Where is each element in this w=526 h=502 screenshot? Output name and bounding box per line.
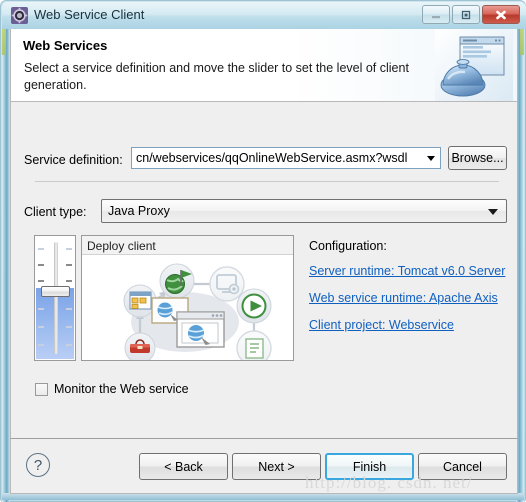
dialog-button-bar: ? < Back Next > Finish Cancel	[10, 438, 518, 494]
help-button[interactable]: ?	[26, 453, 50, 477]
close-button[interactable]	[482, 5, 520, 24]
gear-app-icon	[11, 7, 28, 24]
slider-tick	[66, 326, 72, 328]
server-runtime-link[interactable]: Server runtime: Tomcat v6.0 Server	[309, 264, 509, 278]
web-service-runtime-link[interactable]: Web service runtime: Apache Axis	[309, 291, 509, 305]
client-project-link[interactable]: Client project: Webservice	[309, 318, 509, 332]
dialog-body: Web Services Select a service definition…	[10, 29, 518, 438]
window-frame-bottom	[2, 493, 524, 500]
close-icon	[483, 6, 519, 23]
minimize-button[interactable]	[422, 5, 450, 24]
monitor-web-service-checkbox[interactable]	[35, 382, 48, 396]
separator	[35, 181, 499, 182]
wizard-header: Web Services Select a service definition…	[11, 29, 517, 102]
slider-tick	[66, 308, 72, 310]
service-definition-label: Service definition:	[24, 153, 123, 167]
configuration-block: Configuration: Server runtime: Tomcat v6…	[309, 239, 509, 345]
diagram-canvas	[82, 256, 293, 366]
slider-tick	[38, 308, 44, 310]
slider-tick	[38, 344, 44, 346]
configuration-title: Configuration:	[309, 239, 387, 253]
slider-tick	[66, 280, 72, 282]
slider-tick	[38, 264, 44, 266]
web-service-banner-icon	[435, 29, 513, 101]
page-description: Select a service definition and move the…	[24, 61, 409, 92]
slider-tick	[38, 248, 44, 250]
finish-button[interactable]: Finish	[325, 453, 414, 480]
title-bar[interactable]: Web Service Client	[2, 2, 526, 29]
minimize-icon	[423, 6, 449, 23]
slider-tick	[66, 264, 72, 266]
client-generation-slider[interactable]	[34, 235, 76, 361]
slider-rail	[54, 242, 58, 354]
slider-tick	[66, 344, 72, 346]
back-button[interactable]: < Back	[139, 453, 228, 480]
slider-tick	[66, 248, 72, 250]
page-title: Web Services	[23, 38, 108, 53]
maximize-icon	[453, 6, 479, 23]
window-frame-left	[2, 29, 10, 502]
chevron-down-icon[interactable]	[427, 156, 435, 161]
window-title: Web Service Client	[34, 7, 145, 22]
service-definition-value: cn/webservices/qqOnlineWebService.asmx?w…	[136, 151, 408, 165]
diagram-title: Deploy client	[87, 239, 156, 253]
monitor-web-service-row[interactable]: Monitor the Web service	[35, 382, 189, 396]
dialog-window: Web Service Client Web Services Select a…	[0, 0, 526, 502]
monitor-web-service-label: Monitor the Web service	[54, 382, 189, 396]
frame-accent-left	[2, 29, 6, 55]
cancel-button[interactable]: Cancel	[418, 453, 507, 480]
frame-accent-right	[520, 29, 524, 55]
next-button[interactable]: Next >	[232, 453, 321, 480]
maximize-button[interactable]	[452, 5, 480, 24]
deploy-client-diagram: Deploy client	[81, 235, 294, 366]
client-type-label: Client type:	[24, 205, 87, 219]
client-type-value: Java Proxy	[108, 204, 170, 218]
service-definition-combo[interactable]: cn/webservices/qqOnlineWebService.asmx?w…	[131, 147, 441, 169]
wizard-content: Service definition: cn/webservices/qqOnl…	[11, 103, 517, 437]
slider-thumb[interactable]	[41, 286, 70, 297]
slider-tick	[38, 326, 44, 328]
chevron-down-icon[interactable]	[488, 209, 498, 215]
browse-button[interactable]: Browse...	[448, 146, 507, 170]
slider-tick	[38, 280, 44, 282]
client-type-combo[interactable]: Java Proxy	[101, 199, 507, 223]
